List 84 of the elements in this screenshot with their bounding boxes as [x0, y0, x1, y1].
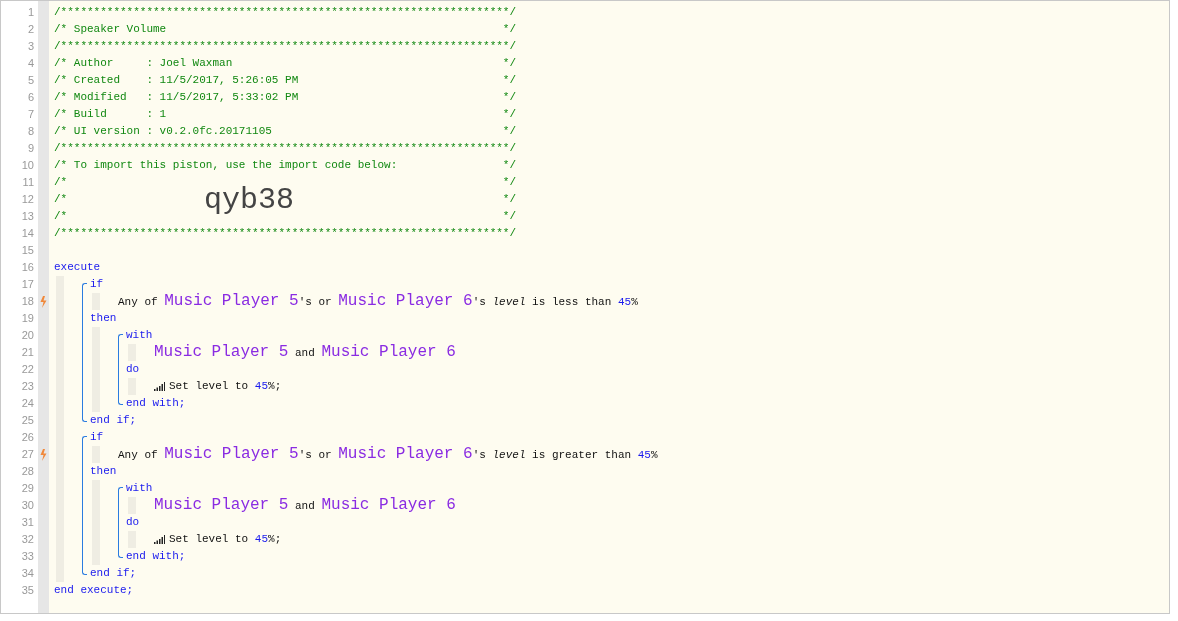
- line-number: 30: [21, 499, 34, 511]
- action-statement: Set level to 45%;: [169, 532, 282, 547]
- line-number: 35: [21, 584, 34, 596]
- comment-text: /*: [54, 192, 68, 207]
- line-number: 2: [27, 23, 34, 35]
- comment-text: /* Speaker Volume: [54, 22, 167, 37]
- line-number: 18: [21, 295, 34, 307]
- line-number: 23: [21, 380, 34, 392]
- comment-text: /*: [54, 209, 68, 224]
- line-number: 10: [21, 159, 34, 171]
- keyword: do: [126, 362, 140, 377]
- comment-text: */: [502, 158, 516, 173]
- comment-text: /* UI version : v0.2.0fc.20171105: [54, 124, 272, 139]
- comment-text: */: [502, 107, 516, 122]
- line-number: 22: [21, 363, 34, 375]
- comment-text: /********************************************************************/: [54, 5, 517, 20]
- line-number: 21: [21, 346, 34, 358]
- line-number: 24: [21, 397, 34, 409]
- keyword: if: [90, 430, 104, 445]
- comment-text: /* Modified : 11/5/2017, 5:33:02 PM: [54, 90, 299, 105]
- keyword: then: [90, 311, 117, 326]
- line-number: 17: [21, 278, 34, 290]
- comment-text: /*: [54, 175, 68, 190]
- line-number: 12: [21, 193, 34, 205]
- keyword: then: [90, 464, 117, 479]
- comment-text: /********************************************************************/: [54, 226, 517, 241]
- keyword: end with;: [126, 549, 186, 564]
- block-bracket: [118, 334, 123, 405]
- keyword: end with;: [126, 396, 186, 411]
- device-list: Music Player 5 and Music Player 6: [154, 496, 456, 515]
- comment-text: */: [502, 73, 516, 88]
- line-number: 16: [21, 261, 34, 273]
- device-list: Music Player 5 and Music Player 6: [154, 343, 456, 362]
- line-number: 29: [21, 482, 34, 494]
- import-code: qyb38: [204, 187, 294, 213]
- action-statement: Set level to 45%;: [169, 379, 282, 394]
- comment-text: /********************************************************************/: [54, 141, 517, 156]
- keyword: end if;: [90, 413, 137, 428]
- line-number: 19: [21, 312, 34, 324]
- comment-text: */: [502, 209, 516, 224]
- line-number: 7: [27, 108, 34, 120]
- line-number: 25: [21, 414, 34, 426]
- keyword: if: [90, 277, 104, 292]
- line-number: 31: [21, 516, 34, 528]
- line-number: 1: [27, 6, 34, 18]
- line-number: 32: [21, 533, 34, 545]
- signal-bars-icon: [154, 535, 165, 544]
- line-number: 27: [21, 448, 34, 460]
- line-number: 3: [27, 40, 34, 52]
- comment-text: */: [502, 56, 516, 71]
- keyword: with: [126, 481, 153, 496]
- comment-text: /* Author : Joel Waxman: [54, 56, 233, 71]
- keyword: end execute;: [54, 583, 134, 598]
- keyword: do: [126, 515, 140, 530]
- condition-statement: Any of Music Player 5's or Music Player 6's level is less than 45%: [118, 292, 638, 311]
- comment-text: /* To import this piston, use the import code below:: [54, 158, 398, 173]
- line-number: 4: [27, 57, 34, 69]
- signal-bars-icon: [154, 382, 165, 391]
- line-number: 5: [27, 74, 34, 86]
- block-bracket: [118, 487, 123, 558]
- keyword: end if;: [90, 566, 137, 581]
- condition-statement: Any of Music Player 5's or Music Player 6's level is greater than 45%: [118, 445, 658, 464]
- line-number: 34: [21, 567, 34, 579]
- line-number: 14: [21, 227, 34, 239]
- line-number: 26: [21, 431, 34, 443]
- line-number: 8: [27, 125, 34, 137]
- line-number: 20: [21, 329, 34, 341]
- comment-text: /********************************************************************/: [54, 39, 517, 54]
- comment-text: */: [502, 192, 516, 207]
- line-number: 15: [21, 244, 34, 256]
- keyword: with: [126, 328, 153, 343]
- comment-text: /* Created : 11/5/2017, 5:26:05 PM: [54, 73, 299, 88]
- comment-text: */: [502, 90, 516, 105]
- line-number: 28: [21, 465, 34, 477]
- comment-text: */: [502, 22, 516, 37]
- comment-text: */: [502, 175, 516, 190]
- line-number: 13: [21, 210, 34, 222]
- comment-text: */: [502, 124, 516, 139]
- keyword: execute: [54, 260, 101, 275]
- line-number: 11: [22, 176, 34, 188]
- comment-text: /* Build : 1: [54, 107, 167, 122]
- line-number: 9: [27, 142, 34, 154]
- line-number: 33: [21, 550, 34, 562]
- line-number: 6: [27, 91, 34, 103]
